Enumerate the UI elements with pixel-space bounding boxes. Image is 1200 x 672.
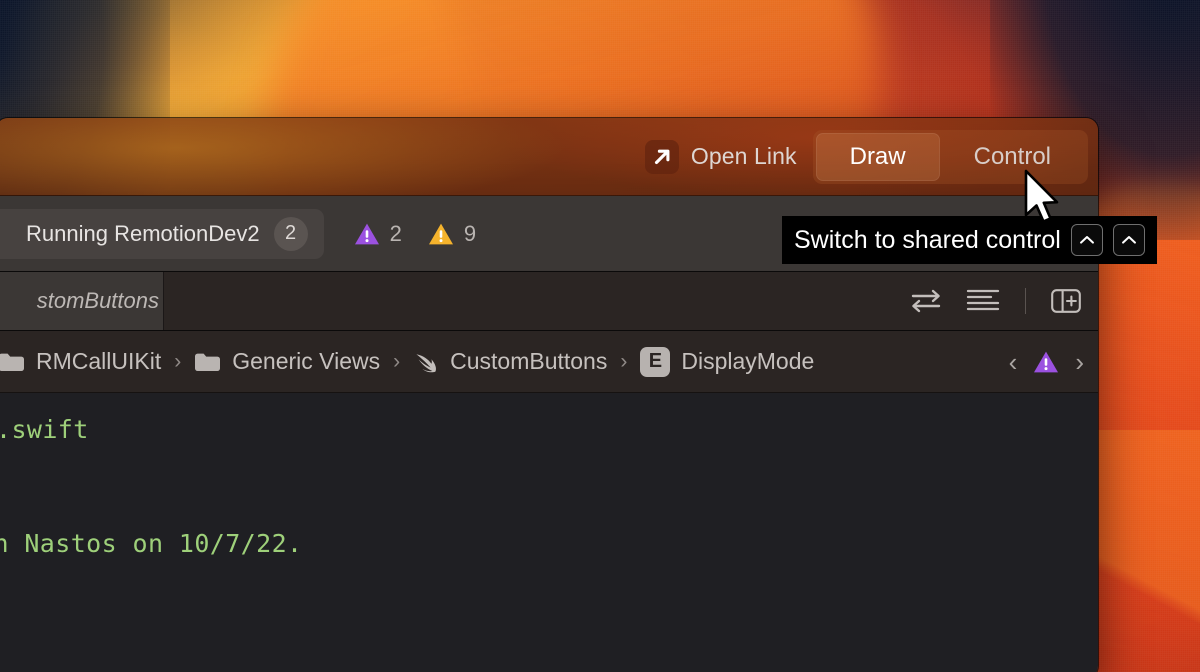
open-link-label: Open Link — [690, 143, 797, 169]
tooltip-text: Switch to shared control — [794, 225, 1061, 254]
editor-tool-buttons — [909, 272, 1098, 330]
external-link-icon — [644, 139, 679, 174]
add-editor-split-icon[interactable] — [1050, 287, 1082, 315]
breadcrumb: RMCallUIKit › Generic Views › CustomButt… — [0, 331, 1098, 393]
tab-custombuttons[interactable]: stomButtons — [0, 272, 164, 330]
tab-label: stomButtons — [36, 288, 159, 313]
editor-tab-bar: stomButtons — [0, 272, 1098, 331]
enum-badge-icon: E — [640, 346, 671, 377]
folder-icon — [194, 351, 221, 373]
code-editor[interactable]: .swift nn Nastos on 10/7/22. — [0, 393, 1098, 672]
runtime-issue-triangle-icon — [354, 222, 380, 246]
segment-draw[interactable]: Draw — [815, 132, 940, 181]
swift-file-icon — [413, 350, 439, 374]
warning-triangle-icon — [428, 222, 454, 246]
next-issue-button[interactable]: › — [1075, 349, 1084, 375]
breadcrumb-item-generic-views[interactable]: Generic Views — [188, 348, 386, 375]
runtime-issue-indicator[interactable]: 2 — [354, 221, 402, 247]
breadcrumb-items: RMCallUIKit › Generic Views › CustomButt… — [0, 346, 1009, 377]
runtime-issue-triangle-icon[interactable] — [1033, 350, 1059, 374]
breadcrumb-separator: › — [393, 349, 401, 373]
breadcrumb-item-rmcalluikit[interactable]: RMCallUIKit — [0, 348, 167, 375]
screen-share-toolbar: Open Link Draw Control — [0, 118, 1098, 196]
screen-share-mode-switch[interactable]: Draw Control — [812, 129, 1088, 184]
breadcrumb-separator: › — [620, 349, 628, 373]
code-comment-line-1: .swift — [0, 415, 89, 444]
xcode-window: Open Link Draw Control Running RemotionD… — [0, 118, 1098, 672]
breadcrumb-item-displaymode[interactable]: E DisplayMode — [634, 346, 820, 377]
activity-status-chip[interactable]: Running RemotionDev2 2 — [0, 208, 324, 259]
breadcrumb-item-custombuttons[interactable]: CustomButtons — [407, 348, 613, 375]
previous-issue-button[interactable]: ‹ — [1009, 349, 1018, 375]
breadcrumb-label: CustomButtons — [450, 348, 608, 374]
shortcut-key-control-2 — [1112, 224, 1145, 256]
breadcrumb-label: DisplayMode — [681, 348, 815, 374]
segment-control[interactable]: Control — [940, 133, 1085, 181]
code-comment-line-2: nn Nastos on 10/7/22. — [0, 529, 303, 558]
tooltip: Switch to shared control — [782, 216, 1157, 264]
activity-count-badge: 2 — [273, 216, 308, 251]
runtime-issue-count: 2 — [389, 220, 402, 246]
open-link-button[interactable]: Open Link — [644, 139, 797, 174]
minimap-lines-icon[interactable] — [965, 286, 1001, 316]
breadcrumb-label: RMCallUIKit — [36, 348, 162, 374]
warning-count: 9 — [463, 220, 477, 246]
screen: Open Link Draw Control Running RemotionD… — [0, 0, 1200, 672]
jump-bar-navigation: ‹ › — [1009, 349, 1084, 375]
toolbar-separator — [1025, 288, 1026, 314]
breadcrumb-label: Generic Views — [232, 348, 381, 374]
tab-bar-spacer — [164, 272, 909, 330]
related-items-swap-icon[interactable] — [909, 286, 943, 316]
shortcut-key-control-1 — [1070, 224, 1103, 256]
warning-indicator[interactable]: 9 — [428, 221, 476, 247]
folder-icon — [0, 351, 25, 373]
breadcrumb-separator: › — [174, 349, 182, 373]
activity-status-text: Running RemotionDev2 — [26, 220, 260, 246]
